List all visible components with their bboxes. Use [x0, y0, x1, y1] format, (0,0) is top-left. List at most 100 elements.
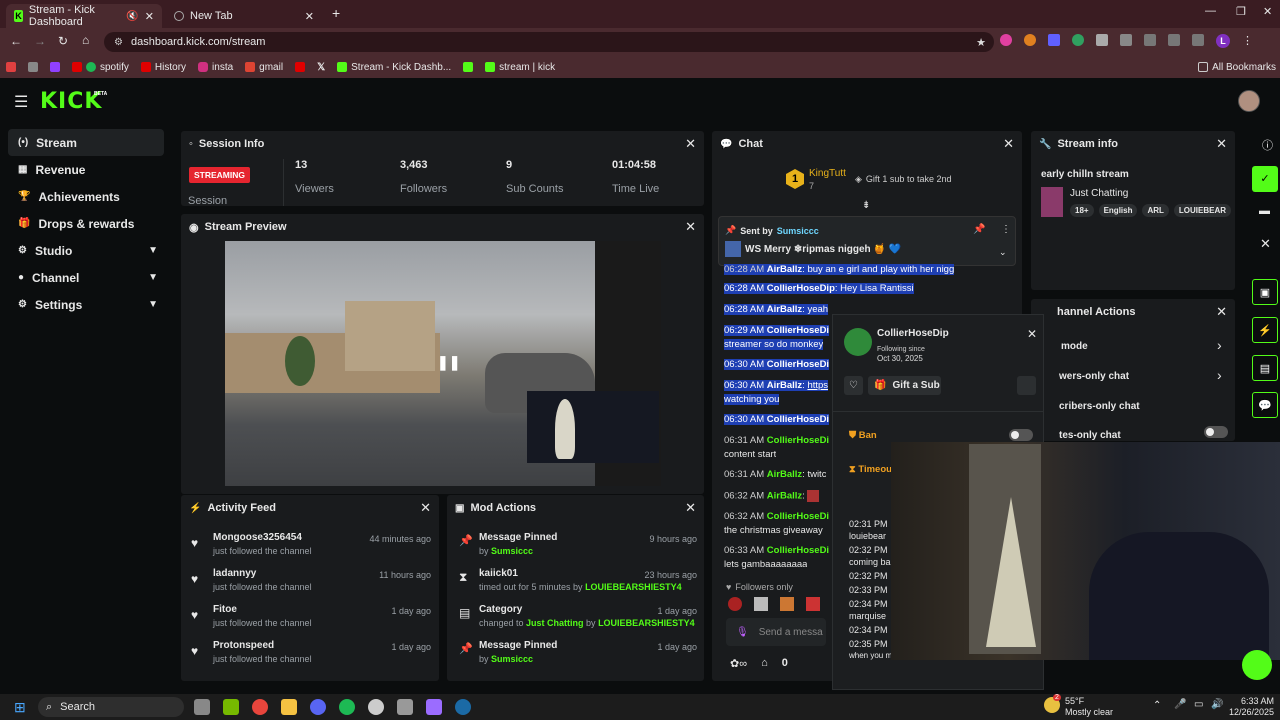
chevron-right-icon[interactable]: ›	[1217, 337, 1222, 353]
user-link[interactable]: Sumsiccc	[491, 654, 533, 664]
bookmark-star-icon[interactable]: ★	[976, 36, 986, 49]
chat-message-cont[interactable]: watching you	[724, 394, 780, 406]
chat-message[interactable]: 06:32 AM CollierHoseDi	[724, 511, 829, 523]
rail-chat-button[interactable]: 💬	[1252, 392, 1278, 418]
home-icon[interactable]: ⌂	[82, 33, 89, 47]
sidebar-item-settings[interactable]: ⚙ Settings ▼	[8, 291, 164, 318]
close-icon[interactable]: ✕	[1027, 327, 1037, 341]
info-icon[interactable]: ⓘ	[1262, 137, 1273, 153]
store-icon[interactable]: ⌂	[761, 657, 768, 670]
emote-icon[interactable]	[780, 597, 794, 611]
kick-favicon-icon[interactable]	[463, 62, 474, 72]
chat-message[interactable]: 06:31 AM CollierHoseDi	[724, 435, 829, 447]
rail-bolt-button[interactable]: ⚡	[1252, 317, 1278, 343]
popup-username[interactable]: CollierHoseDip	[877, 328, 949, 339]
apps-grid-icon[interactable]	[28, 62, 38, 72]
close-window-icon[interactable]: ✕	[1263, 5, 1272, 18]
bookmark-insta[interactable]: insta	[198, 62, 233, 73]
obs-icon[interactable]	[368, 699, 384, 715]
rail-notes-button[interactable]: ▤	[1252, 355, 1278, 381]
steam-icon[interactable]	[455, 699, 471, 715]
help-button[interactable]	[1242, 650, 1272, 680]
emote-icon[interactable]	[728, 597, 742, 611]
user-link[interactable]: Sumsiccc	[491, 546, 533, 556]
profile-avatar[interactable]: L	[1216, 34, 1230, 48]
bookmark-history[interactable]: History	[140, 62, 186, 73]
bookmark-gmail[interactable]: gmail	[245, 62, 283, 73]
x-icon[interactable]: 𝕏	[317, 62, 325, 73]
sidebar-item-achievements[interactable]: 🏆 Achievements	[8, 183, 164, 210]
settings-icon[interactable]	[397, 699, 413, 715]
check-button[interactable]: ✓	[1252, 166, 1278, 192]
puzzle-icon[interactable]	[1120, 34, 1132, 46]
rail-screen-button[interactable]: ▣	[1252, 279, 1278, 305]
emote-icon[interactable]	[806, 597, 820, 611]
game-icon[interactable]	[426, 699, 442, 715]
pause-icon[interactable]: ❚❚	[437, 354, 460, 371]
chat-message[interactable]: 06:28 AM AirBallz: buy an e girl and pla…	[724, 264, 954, 276]
emote-icon[interactable]	[754, 597, 768, 611]
action-label[interactable]: mode	[1061, 341, 1088, 352]
chat-message[interactable]: 06:33 AM CollierHoseDi	[724, 545, 829, 557]
hamburger-menu-icon[interactable]: ☰	[14, 92, 28, 112]
chat-message[interactable]: 06:32 AM AirBallz:	[724, 490, 820, 503]
extension-icon[interactable]	[1048, 34, 1060, 46]
nvidia-icon[interactable]	[223, 699, 239, 715]
clock[interactable]: 6:33 AM 12/26/2025	[1228, 696, 1274, 718]
layout-icon[interactable]: ▬	[1259, 205, 1270, 217]
minimize-icon[interactable]: —	[1205, 5, 1216, 17]
close-tab-icon[interactable]: ✕	[145, 10, 154, 23]
reload-icon[interactable]: ↻	[58, 34, 68, 48]
screenshot-icon[interactable]	[1144, 34, 1156, 46]
bookmark-stream-kick[interactable]: stream | kick	[485, 62, 555, 73]
sidebar-item-drops[interactable]: 🎁 Drops & rewards	[8, 210, 164, 237]
weather-widget[interactable]: 55°F Mostly clear	[1065, 696, 1113, 718]
file-explorer-icon[interactable]	[281, 699, 297, 715]
chat-input[interactable]: 🎙 Send a messa	[726, 618, 826, 646]
bookmark-kick-dashboard[interactable]: Stream - Kick Dashb...	[337, 62, 451, 73]
discord-icon[interactable]	[310, 699, 326, 715]
user-link[interactable]: Sumsiccc	[777, 226, 819, 236]
video-player[interactable]: ❚❚	[225, 241, 661, 486]
action-label[interactable]: wers-only chat	[1059, 371, 1129, 382]
collapse-icon[interactable]: ⇟	[862, 200, 870, 211]
display-icon[interactable]: ▭	[1194, 699, 1203, 710]
extension-icon[interactable]	[1000, 34, 1012, 46]
close-icon[interactable]: ✕	[420, 500, 431, 516]
chat-message[interactable]: 06:29 AM CollierHoseDi	[724, 325, 830, 337]
ban-toggle[interactable]	[1009, 429, 1033, 441]
twitch-icon[interactable]	[50, 62, 60, 72]
gift-hint[interactable]: ◈ Gift 1 sub to take 2nd	[855, 174, 951, 185]
more-icon[interactable]: ⋮	[1001, 224, 1011, 235]
extension-icon[interactable]	[1072, 34, 1084, 46]
top-gifter-name[interactable]: KingTutt	[809, 168, 846, 179]
follow-heart-button[interactable]: ♡	[844, 376, 863, 395]
chat-message-cont[interactable]: streamer so do monkey	[724, 339, 824, 351]
extension-icon[interactable]	[1192, 34, 1204, 46]
chat-message[interactable]: 06:30 AM CollierHoseDi	[724, 359, 830, 371]
stream-title[interactable]: early chilln stream	[1041, 169, 1129, 180]
user-link[interactable]: LOUIEBEARSHIESTY4	[585, 582, 682, 592]
user-avatar[interactable]	[1238, 90, 1260, 112]
mute-icon[interactable]: 🔇	[126, 11, 138, 22]
shield-icon[interactable]	[1096, 34, 1108, 46]
back-icon[interactable]: ←	[10, 34, 22, 48]
chat-message-cont[interactable]: content start	[724, 449, 776, 461]
chevron-up-icon[interactable]: ⌃	[1153, 700, 1161, 711]
mod-tools-button[interactable]	[1017, 376, 1036, 395]
forward-icon[interactable]: →	[34, 34, 46, 48]
url-field[interactable]: ⚙ dashboard.kick.com/stream ★	[104, 32, 994, 52]
close-icon[interactable]: ✕	[1003, 136, 1014, 152]
chat-message[interactable]: 06:28 AM CollierHoseDip: Hey Lisa Rantis…	[724, 283, 914, 295]
close-icon[interactable]: ✕	[1216, 304, 1227, 320]
emote-picker-icon[interactable]: ✿∞	[730, 657, 747, 670]
new-tab-icon[interactable]: +	[332, 5, 340, 21]
chat-message[interactable]: 06:31 AM AirBallz: twitc	[724, 469, 826, 481]
spotify-icon[interactable]	[339, 699, 355, 715]
chat-message-cont[interactable]: the christmas giveaway	[724, 525, 823, 537]
chat-message[interactable]: 06:30 AM AirBallz: https	[724, 380, 829, 392]
chevron-down-icon[interactable]: ⌄	[999, 247, 1007, 258]
windows-start-icon[interactable]: ⊞	[14, 699, 26, 716]
maximize-icon[interactable]: ❐	[1236, 5, 1246, 18]
extension-icon[interactable]	[1024, 34, 1036, 46]
